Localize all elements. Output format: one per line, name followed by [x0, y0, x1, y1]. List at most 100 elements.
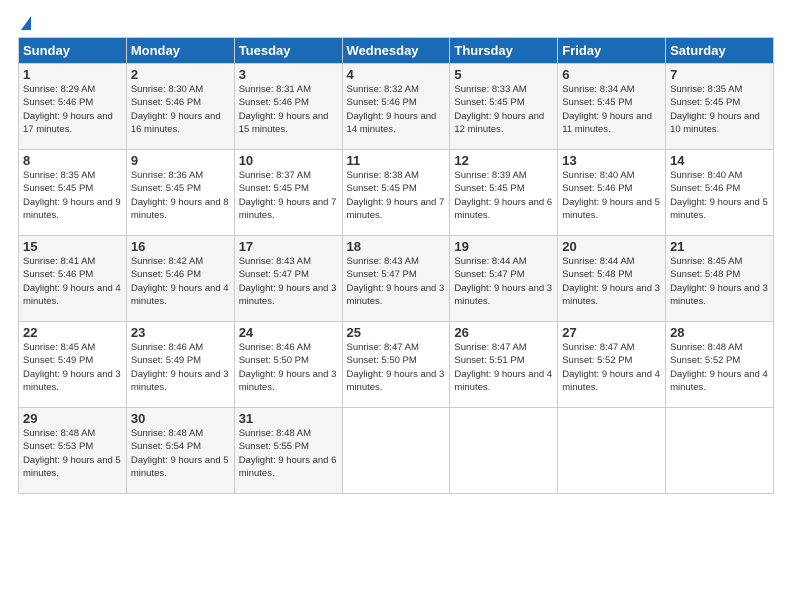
cell-info: Sunrise: 8:47 AMSunset: 5:52 PMDaylight:…	[562, 342, 660, 393]
calendar-cell: 10 Sunrise: 8:37 AMSunset: 5:45 PMDaylig…	[234, 150, 342, 236]
cell-info: Sunrise: 8:48 AMSunset: 5:54 PMDaylight:…	[131, 428, 229, 479]
cell-info: Sunrise: 8:42 AMSunset: 5:46 PMDaylight:…	[131, 256, 229, 307]
page: SundayMondayTuesdayWednesdayThursdayFrid…	[0, 0, 792, 612]
calendar-cell: 30 Sunrise: 8:48 AMSunset: 5:54 PMDaylig…	[126, 408, 234, 494]
day-number: 6	[562, 67, 661, 82]
cell-info: Sunrise: 8:29 AMSunset: 5:46 PMDaylight:…	[23, 84, 113, 135]
weekday-header-monday: Monday	[126, 38, 234, 64]
cell-info: Sunrise: 8:40 AMSunset: 5:46 PMDaylight:…	[562, 170, 660, 221]
calendar-cell: 22 Sunrise: 8:45 AMSunset: 5:49 PMDaylig…	[19, 322, 127, 408]
calendar-week-row: 15 Sunrise: 8:41 AMSunset: 5:46 PMDaylig…	[19, 236, 774, 322]
calendar-cell: 3 Sunrise: 8:31 AMSunset: 5:46 PMDayligh…	[234, 64, 342, 150]
calendar-cell	[450, 408, 558, 494]
day-number: 4	[347, 67, 446, 82]
calendar-cell	[558, 408, 666, 494]
day-number: 19	[454, 239, 553, 254]
day-number: 21	[670, 239, 769, 254]
cell-info: Sunrise: 8:39 AMSunset: 5:45 PMDaylight:…	[454, 170, 552, 221]
day-number: 18	[347, 239, 446, 254]
cell-info: Sunrise: 8:31 AMSunset: 5:46 PMDaylight:…	[239, 84, 329, 135]
day-number: 16	[131, 239, 230, 254]
day-number: 27	[562, 325, 661, 340]
cell-info: Sunrise: 8:30 AMSunset: 5:46 PMDaylight:…	[131, 84, 221, 135]
day-number: 11	[347, 153, 446, 168]
calendar-cell: 28 Sunrise: 8:48 AMSunset: 5:52 PMDaylig…	[666, 322, 774, 408]
day-number: 26	[454, 325, 553, 340]
day-number: 25	[347, 325, 446, 340]
calendar-cell: 23 Sunrise: 8:46 AMSunset: 5:49 PMDaylig…	[126, 322, 234, 408]
day-number: 24	[239, 325, 338, 340]
cell-info: Sunrise: 8:38 AMSunset: 5:45 PMDaylight:…	[347, 170, 445, 221]
calendar-cell	[342, 408, 450, 494]
weekday-header-wednesday: Wednesday	[342, 38, 450, 64]
weekday-header-friday: Friday	[558, 38, 666, 64]
cell-info: Sunrise: 8:37 AMSunset: 5:45 PMDaylight:…	[239, 170, 337, 221]
day-number: 1	[23, 67, 122, 82]
day-number: 20	[562, 239, 661, 254]
cell-info: Sunrise: 8:35 AMSunset: 5:45 PMDaylight:…	[23, 170, 121, 221]
day-number: 23	[131, 325, 230, 340]
day-number: 9	[131, 153, 230, 168]
calendar-cell: 4 Sunrise: 8:32 AMSunset: 5:46 PMDayligh…	[342, 64, 450, 150]
day-number: 12	[454, 153, 553, 168]
day-number: 8	[23, 153, 122, 168]
cell-info: Sunrise: 8:46 AMSunset: 5:49 PMDaylight:…	[131, 342, 229, 393]
calendar-cell: 2 Sunrise: 8:30 AMSunset: 5:46 PMDayligh…	[126, 64, 234, 150]
weekday-header-tuesday: Tuesday	[234, 38, 342, 64]
calendar-cell: 24 Sunrise: 8:46 AMSunset: 5:50 PMDaylig…	[234, 322, 342, 408]
calendar-cell: 16 Sunrise: 8:42 AMSunset: 5:46 PMDaylig…	[126, 236, 234, 322]
calendar-cell: 31 Sunrise: 8:48 AMSunset: 5:55 PMDaylig…	[234, 408, 342, 494]
day-number: 31	[239, 411, 338, 426]
calendar-cell: 27 Sunrise: 8:47 AMSunset: 5:52 PMDaylig…	[558, 322, 666, 408]
logo-triangle-icon	[21, 16, 31, 30]
calendar-cell: 6 Sunrise: 8:34 AMSunset: 5:45 PMDayligh…	[558, 64, 666, 150]
cell-info: Sunrise: 8:48 AMSunset: 5:52 PMDaylight:…	[670, 342, 768, 393]
calendar-cell: 11 Sunrise: 8:38 AMSunset: 5:45 PMDaylig…	[342, 150, 450, 236]
cell-info: Sunrise: 8:32 AMSunset: 5:46 PMDaylight:…	[347, 84, 437, 135]
cell-info: Sunrise: 8:46 AMSunset: 5:50 PMDaylight:…	[239, 342, 337, 393]
calendar-cell: 29 Sunrise: 8:48 AMSunset: 5:53 PMDaylig…	[19, 408, 127, 494]
day-number: 10	[239, 153, 338, 168]
day-number: 3	[239, 67, 338, 82]
calendar-week-row: 1 Sunrise: 8:29 AMSunset: 5:46 PMDayligh…	[19, 64, 774, 150]
cell-info: Sunrise: 8:48 AMSunset: 5:55 PMDaylight:…	[239, 428, 337, 479]
day-number: 5	[454, 67, 553, 82]
calendar-cell: 14 Sunrise: 8:40 AMSunset: 5:46 PMDaylig…	[666, 150, 774, 236]
calendar-week-row: 8 Sunrise: 8:35 AMSunset: 5:45 PMDayligh…	[19, 150, 774, 236]
cell-info: Sunrise: 8:47 AMSunset: 5:50 PMDaylight:…	[347, 342, 445, 393]
cell-info: Sunrise: 8:33 AMSunset: 5:45 PMDaylight:…	[454, 84, 544, 135]
day-number: 17	[239, 239, 338, 254]
cell-info: Sunrise: 8:48 AMSunset: 5:53 PMDaylight:…	[23, 428, 121, 479]
weekday-header-saturday: Saturday	[666, 38, 774, 64]
calendar-table: SundayMondayTuesdayWednesdayThursdayFrid…	[18, 37, 774, 494]
calendar-cell: 12 Sunrise: 8:39 AMSunset: 5:45 PMDaylig…	[450, 150, 558, 236]
day-number: 29	[23, 411, 122, 426]
calendar-cell: 26 Sunrise: 8:47 AMSunset: 5:51 PMDaylig…	[450, 322, 558, 408]
day-number: 30	[131, 411, 230, 426]
header	[18, 16, 774, 31]
day-number: 7	[670, 67, 769, 82]
weekday-header-sunday: Sunday	[19, 38, 127, 64]
day-number: 15	[23, 239, 122, 254]
calendar-cell: 21 Sunrise: 8:45 AMSunset: 5:48 PMDaylig…	[666, 236, 774, 322]
calendar-cell: 7 Sunrise: 8:35 AMSunset: 5:45 PMDayligh…	[666, 64, 774, 150]
calendar-cell: 13 Sunrise: 8:40 AMSunset: 5:46 PMDaylig…	[558, 150, 666, 236]
calendar-cell: 5 Sunrise: 8:33 AMSunset: 5:45 PMDayligh…	[450, 64, 558, 150]
cell-info: Sunrise: 8:44 AMSunset: 5:47 PMDaylight:…	[454, 256, 552, 307]
cell-info: Sunrise: 8:45 AMSunset: 5:48 PMDaylight:…	[670, 256, 768, 307]
weekday-header-row: SundayMondayTuesdayWednesdayThursdayFrid…	[19, 38, 774, 64]
cell-info: Sunrise: 8:34 AMSunset: 5:45 PMDaylight:…	[562, 84, 652, 135]
calendar-cell: 1 Sunrise: 8:29 AMSunset: 5:46 PMDayligh…	[19, 64, 127, 150]
day-number: 2	[131, 67, 230, 82]
cell-info: Sunrise: 8:43 AMSunset: 5:47 PMDaylight:…	[347, 256, 445, 307]
calendar-cell: 8 Sunrise: 8:35 AMSunset: 5:45 PMDayligh…	[19, 150, 127, 236]
day-number: 28	[670, 325, 769, 340]
cell-info: Sunrise: 8:41 AMSunset: 5:46 PMDaylight:…	[23, 256, 121, 307]
calendar-cell: 18 Sunrise: 8:43 AMSunset: 5:47 PMDaylig…	[342, 236, 450, 322]
cell-info: Sunrise: 8:43 AMSunset: 5:47 PMDaylight:…	[239, 256, 337, 307]
cell-info: Sunrise: 8:44 AMSunset: 5:48 PMDaylight:…	[562, 256, 660, 307]
cell-info: Sunrise: 8:45 AMSunset: 5:49 PMDaylight:…	[23, 342, 121, 393]
calendar-week-row: 29 Sunrise: 8:48 AMSunset: 5:53 PMDaylig…	[19, 408, 774, 494]
cell-info: Sunrise: 8:47 AMSunset: 5:51 PMDaylight:…	[454, 342, 552, 393]
calendar-cell: 17 Sunrise: 8:43 AMSunset: 5:47 PMDaylig…	[234, 236, 342, 322]
